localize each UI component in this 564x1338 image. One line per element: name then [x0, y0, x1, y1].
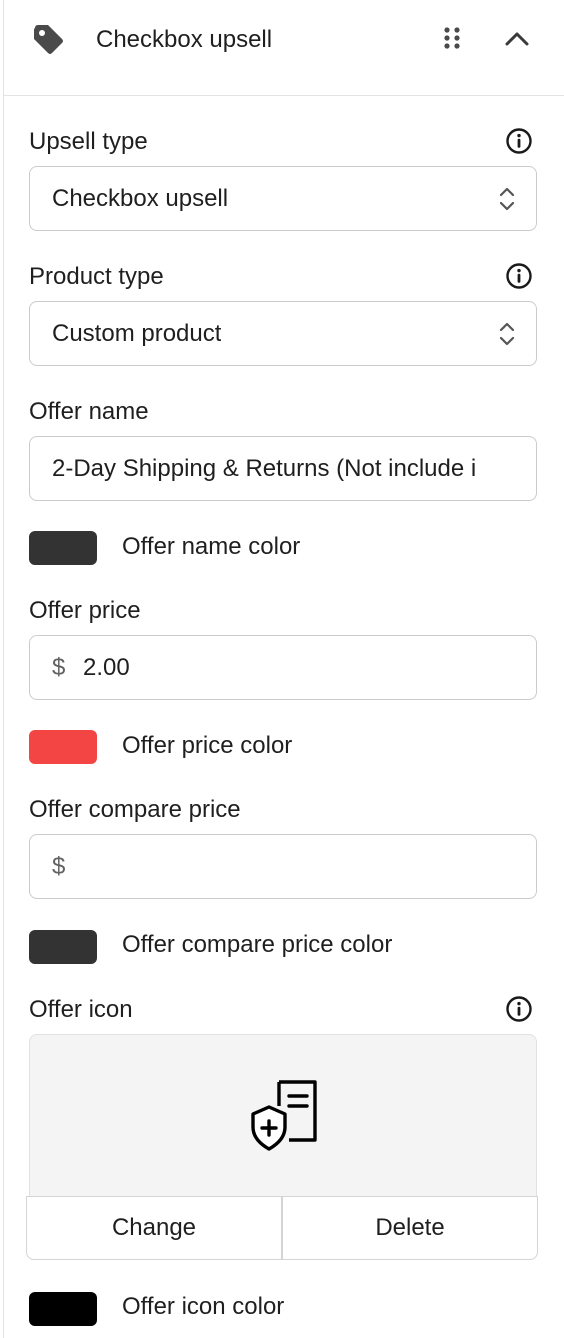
upsell-type-select[interactable]: Checkbox upsell: [29, 166, 537, 231]
offer-price-color-swatch[interactable]: [29, 730, 97, 764]
chevron-up-icon[interactable]: [501, 24, 533, 54]
offer-price-color-label: Offer price color: [122, 732, 293, 759]
offer-price-input[interactable]: $ 2.00: [29, 635, 537, 700]
select-chevron-icon: [499, 322, 515, 346]
info-icon[interactable]: [505, 262, 533, 290]
offer-icon-color-swatch[interactable]: [29, 1292, 97, 1326]
product-type-value: Custom product: [52, 320, 222, 347]
tag-icon: [34, 25, 63, 54]
offer-icon-preview: [29, 1034, 537, 1196]
offer-compare-price-color-swatch[interactable]: [29, 930, 97, 964]
offer-name-color-swatch[interactable]: [29, 531, 97, 565]
upsell-type-value: Checkbox upsell: [52, 185, 229, 212]
offer-name-value: 2-Day Shipping & Returns (Not include i: [52, 455, 477, 482]
upsell-type-label: Upsell type: [29, 128, 148, 155]
offer-name-label: Offer name: [29, 398, 149, 425]
offer-icon-color-label: Offer icon color: [122, 1293, 285, 1320]
info-icon[interactable]: [505, 995, 533, 1023]
change-icon-button[interactable]: Change: [26, 1196, 282, 1260]
shield-document-icon: [251, 1080, 317, 1151]
drag-handle-icon[interactable]: [441, 26, 463, 50]
panel-header[interactable]: Checkbox upsell: [4, 0, 564, 96]
offer-name-input[interactable]: 2-Day Shipping & Returns (Not include i: [29, 436, 537, 501]
offer-compare-price-input[interactable]: $: [29, 834, 537, 899]
info-icon[interactable]: [505, 127, 533, 155]
currency-prefix: $: [52, 654, 66, 681]
offer-compare-price-label: Offer compare price: [29, 796, 241, 823]
offer-name-color-label: Offer name color: [122, 533, 301, 560]
offer-icon-label: Offer icon: [29, 996, 133, 1023]
offer-price-value: 2.00: [83, 654, 130, 681]
checkbox-upsell-panel: Checkbox upsell Upsell type Checkbox ups…: [3, 0, 564, 1338]
offer-compare-price-color-label: Offer compare price color: [122, 931, 393, 958]
delete-icon-button[interactable]: Delete: [282, 1196, 538, 1260]
offer-price-label: Offer price: [29, 597, 141, 624]
currency-prefix: $: [52, 853, 66, 880]
product-type-select[interactable]: Custom product: [29, 301, 537, 366]
product-type-label: Product type: [29, 263, 164, 290]
panel-title: Checkbox upsell: [96, 26, 273, 53]
select-chevron-icon: [499, 187, 515, 211]
